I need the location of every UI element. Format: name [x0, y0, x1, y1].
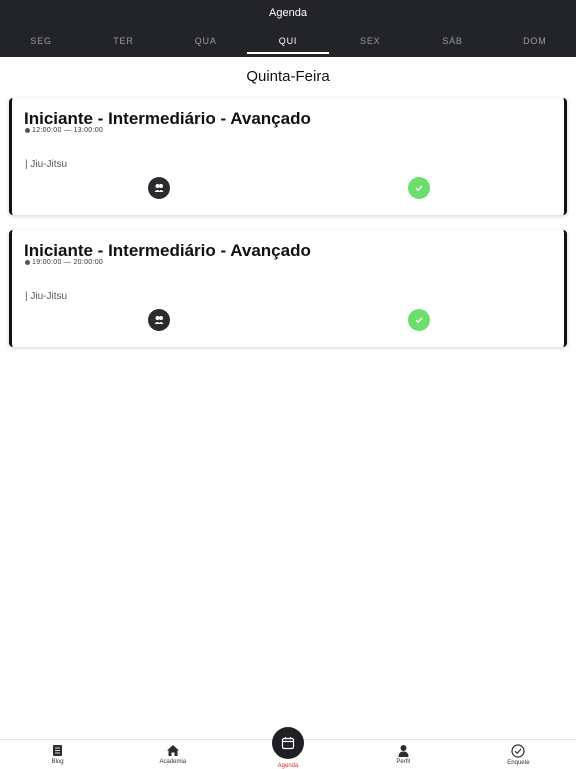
page-title: Agenda — [269, 7, 307, 19]
clock-icon — [25, 128, 30, 133]
top-bar: Agenda SEG TER QUA QUI SEX SÁB DOM — [0, 0, 576, 57]
class-title: Iniciante - Intermediário - Avançado — [24, 241, 311, 260]
class-card[interactable]: Iniciante - Intermediário - Avançado 19:… — [9, 230, 567, 347]
participants-button[interactable] — [148, 309, 170, 331]
nav-blog[interactable]: Blog — [0, 740, 115, 768]
home-icon — [166, 745, 179, 756]
tab-ter[interactable]: TER — [82, 28, 164, 57]
tab-seg[interactable]: SEG — [0, 28, 82, 57]
nav-academia[interactable]: Academia — [115, 740, 230, 768]
tab-dom[interactable]: DOM — [494, 28, 576, 57]
nav-perfil[interactable]: Perfil — [346, 740, 461, 768]
tab-qua[interactable]: QUA — [165, 28, 247, 57]
nav-label: Agenda — [277, 763, 299, 769]
book-icon — [53, 745, 63, 756]
nav-label: Enquete — [507, 760, 530, 766]
tab-sab[interactable]: SÁB — [411, 28, 493, 57]
class-time: 12:00:00 — 13:00:00 — [25, 127, 103, 134]
check-icon — [415, 185, 423, 192]
user-icon — [398, 745, 409, 757]
checkin-button[interactable] — [408, 177, 430, 199]
nav-enquete[interactable]: Enquete — [461, 740, 576, 768]
class-time-text: 12:00:00 — 13:00:00 — [32, 127, 104, 134]
check-circle-icon — [511, 744, 526, 758]
people-icon — [154, 316, 164, 324]
class-time-text: 19:00:00 — 20:00:00 — [32, 259, 104, 266]
class-category: | Jiu-Jitsu — [25, 159, 68, 170]
nav-label: Academia — [159, 759, 187, 765]
class-time: 19:00:00 — 20:00:00 — [25, 259, 103, 266]
nav-label: Perfil — [396, 759, 411, 765]
tab-sex[interactable]: SEX — [329, 28, 411, 57]
people-icon — [154, 184, 164, 192]
calendar-icon — [281, 737, 295, 750]
check-icon — [415, 317, 423, 324]
nav-label: Blog — [51, 759, 64, 765]
class-category: | Jiu-Jitsu — [25, 291, 68, 302]
class-title: Iniciante - Intermediário - Avançado — [24, 109, 311, 128]
class-card[interactable]: Iniciante - Intermediário - Avançado 12:… — [9, 98, 567, 215]
participants-button[interactable] — [148, 177, 170, 199]
clock-icon — [25, 260, 30, 265]
checkin-button[interactable] — [408, 309, 430, 331]
tab-qui[interactable]: QUI — [246, 28, 330, 57]
agenda-fab[interactable] — [272, 727, 304, 759]
day-title: Quinta-Feira — [246, 68, 330, 85]
day-tabs: SEG TER QUA QUI SEX SÁB DOM — [0, 28, 576, 57]
